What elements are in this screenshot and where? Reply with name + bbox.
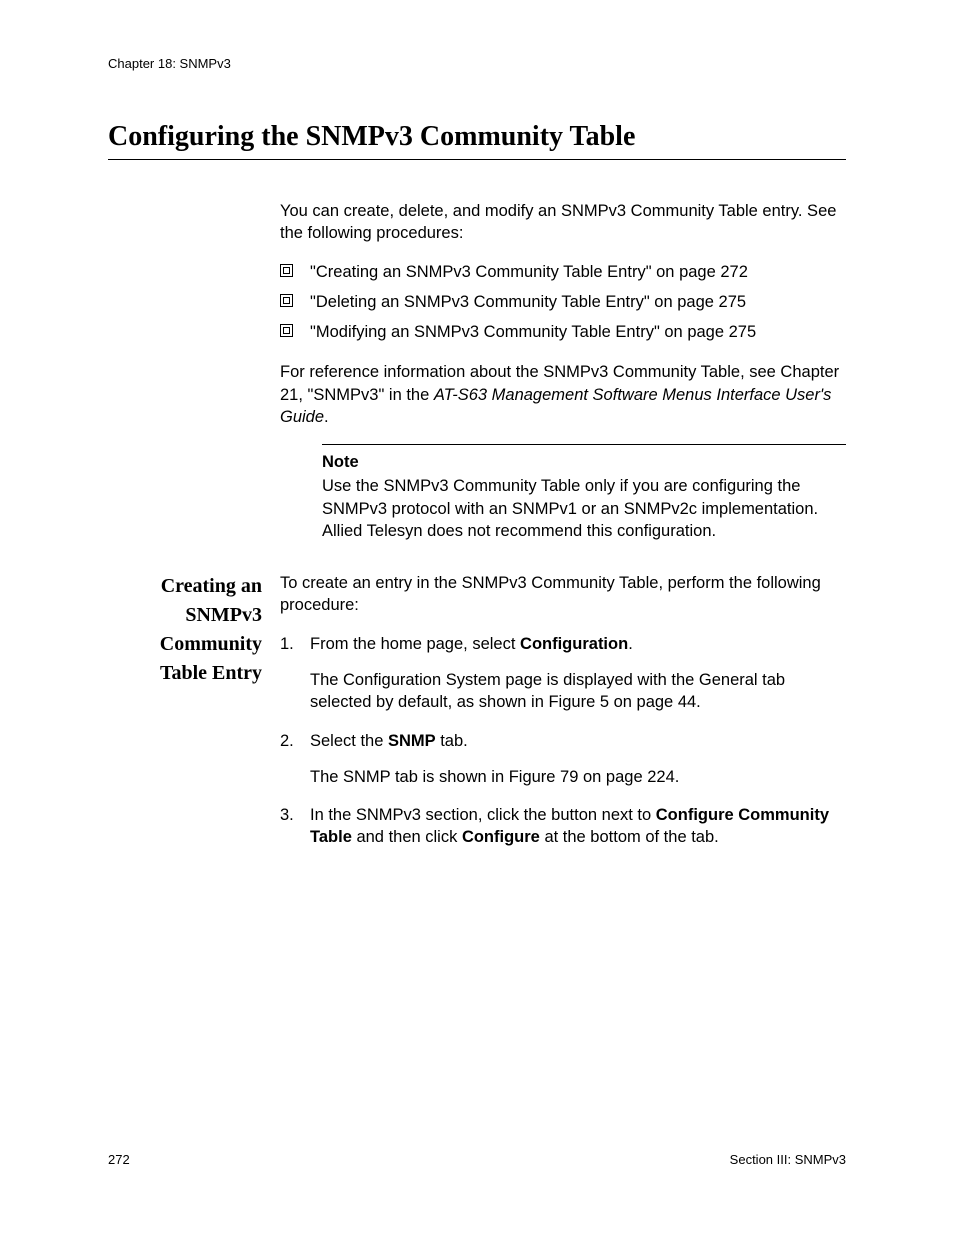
step-text-post: tab. — [436, 732, 468, 750]
step-number: 1. — [280, 633, 294, 655]
step-text-bold: SNMP — [388, 732, 436, 750]
step-text-bold: Configure — [462, 828, 540, 846]
procedure-steps: 1. From the home page, select Configurat… — [280, 633, 846, 849]
step-text-pre: Select the — [310, 732, 388, 750]
side-heading-line: SNMPv3 — [185, 604, 262, 626]
procedure-body: To create an entry in the SNMPv3 Communi… — [280, 572, 846, 864]
side-heading: Creating an SNMPv3 Community Table Entry — [108, 572, 280, 688]
step-text-mid: and then click — [352, 828, 462, 846]
margin-col-heading: Creating an SNMPv3 Community Table Entry — [108, 572, 280, 864]
page-title: Configuring the SNMPv3 Community Table — [108, 121, 846, 160]
note-block: Note Use the SNMPv3 Community Table only… — [322, 444, 846, 542]
step-text-post: at the bottom of the tab. — [540, 828, 719, 846]
link-text: "Creating an SNMPv3 Community Table Entr… — [310, 263, 748, 281]
step-number: 2. — [280, 730, 294, 752]
bullet-icon — [280, 264, 293, 277]
side-heading-line: Creating an — [161, 575, 262, 597]
link-text: "Deleting an SNMPv3 Community Table Entr… — [310, 293, 746, 311]
margin-col-empty — [108, 200, 280, 572]
step-text-post: . — [628, 635, 633, 653]
step-note: The Configuration System page is display… — [310, 669, 846, 714]
bullet-icon — [280, 324, 293, 337]
step-3: 3. In the SNMPv3 section, click the butt… — [280, 804, 846, 849]
section-label: Section III: SNMPv3 — [730, 1152, 846, 1167]
reference-paragraph: For reference information about the SNMP… — [280, 361, 846, 428]
list-item: "Creating an SNMPv3 Community Table Entr… — [280, 261, 846, 283]
link-text: "Modifying an SNMPv3 Community Table Ent… — [310, 323, 756, 341]
list-item: "Deleting an SNMPv3 Community Table Entr… — [280, 291, 846, 313]
ref-post: . — [324, 408, 329, 426]
side-heading-line: Table Entry — [160, 662, 262, 684]
procedure-links: "Creating an SNMPv3 Community Table Entr… — [280, 261, 846, 344]
step-note: The SNMP tab is shown in Figure 79 on pa… — [310, 766, 846, 788]
procedure-block: Creating an SNMPv3 Community Table Entry… — [108, 572, 846, 864]
side-heading-line: Community — [160, 633, 262, 655]
bullet-icon — [280, 294, 293, 307]
intro-block: You can create, delete, and modify an SN… — [108, 200, 846, 572]
intro-paragraph: You can create, delete, and modify an SN… — [280, 200, 846, 245]
note-body: Use the SNMPv3 Community Table only if y… — [322, 475, 846, 542]
page: Chapter 18: SNMPv3 Configuring the SNMPv… — [0, 0, 954, 1235]
list-item: "Modifying an SNMPv3 Community Table Ent… — [280, 321, 846, 343]
step-text-pre: From the home page, select — [310, 635, 520, 653]
step-text-bold: Configuration — [520, 635, 628, 653]
procedure-intro: To create an entry in the SNMPv3 Communi… — [280, 572, 846, 617]
step-1: 1. From the home page, select Configurat… — [280, 633, 846, 714]
note-title: Note — [322, 451, 846, 473]
page-number: 272 — [108, 1152, 130, 1167]
running-header: Chapter 18: SNMPv3 — [108, 56, 846, 71]
page-footer: 272 Section III: SNMPv3 — [108, 1152, 846, 1167]
step-2: 2. Select the SNMP tab. The SNMP tab is … — [280, 730, 846, 789]
step-number: 3. — [280, 804, 294, 826]
intro-body: You can create, delete, and modify an SN… — [280, 200, 846, 572]
step-text-pre: In the SNMPv3 section, click the button … — [310, 806, 656, 824]
